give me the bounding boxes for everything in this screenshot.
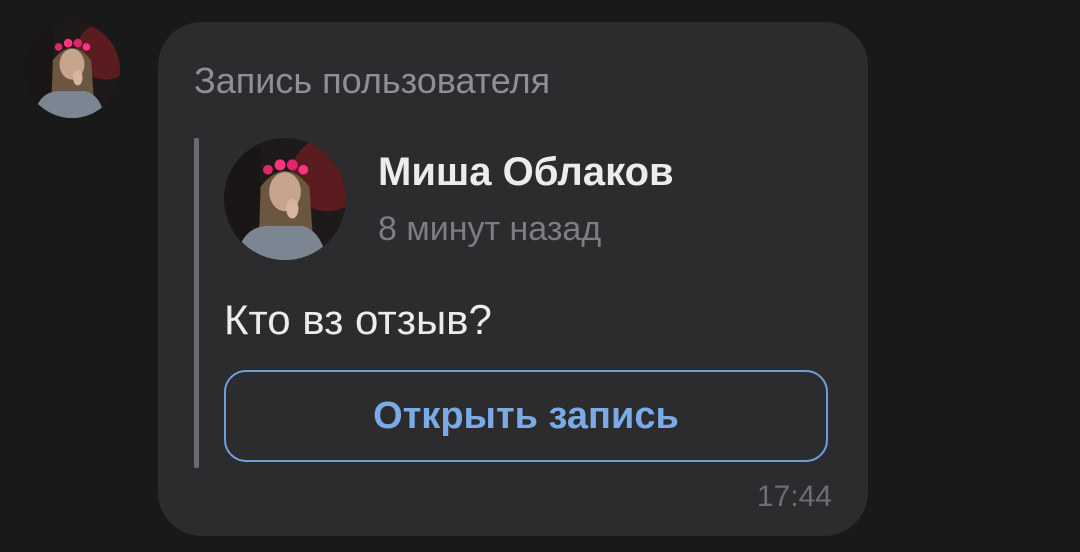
post-author-avatar[interactable]	[224, 138, 346, 260]
sender-avatar[interactable]	[24, 22, 120, 118]
message-time: 17:44	[756, 480, 832, 513]
message-bubble[interactable]: Запись пользователя Миша Облаков 8 минут…	[158, 22, 868, 536]
open-post-button[interactable]: Открыть запись	[224, 370, 828, 462]
post-author-name[interactable]: Миша Облаков	[378, 150, 674, 195]
user-avatar-icon	[24, 22, 120, 118]
post-text: Кто вз отзыв?	[224, 296, 492, 343]
message-header: Запись пользователя	[194, 60, 551, 101]
quote-bar	[194, 138, 199, 468]
user-avatar-icon	[224, 138, 346, 260]
post-timestamp: 8 минут назад	[378, 210, 602, 248]
